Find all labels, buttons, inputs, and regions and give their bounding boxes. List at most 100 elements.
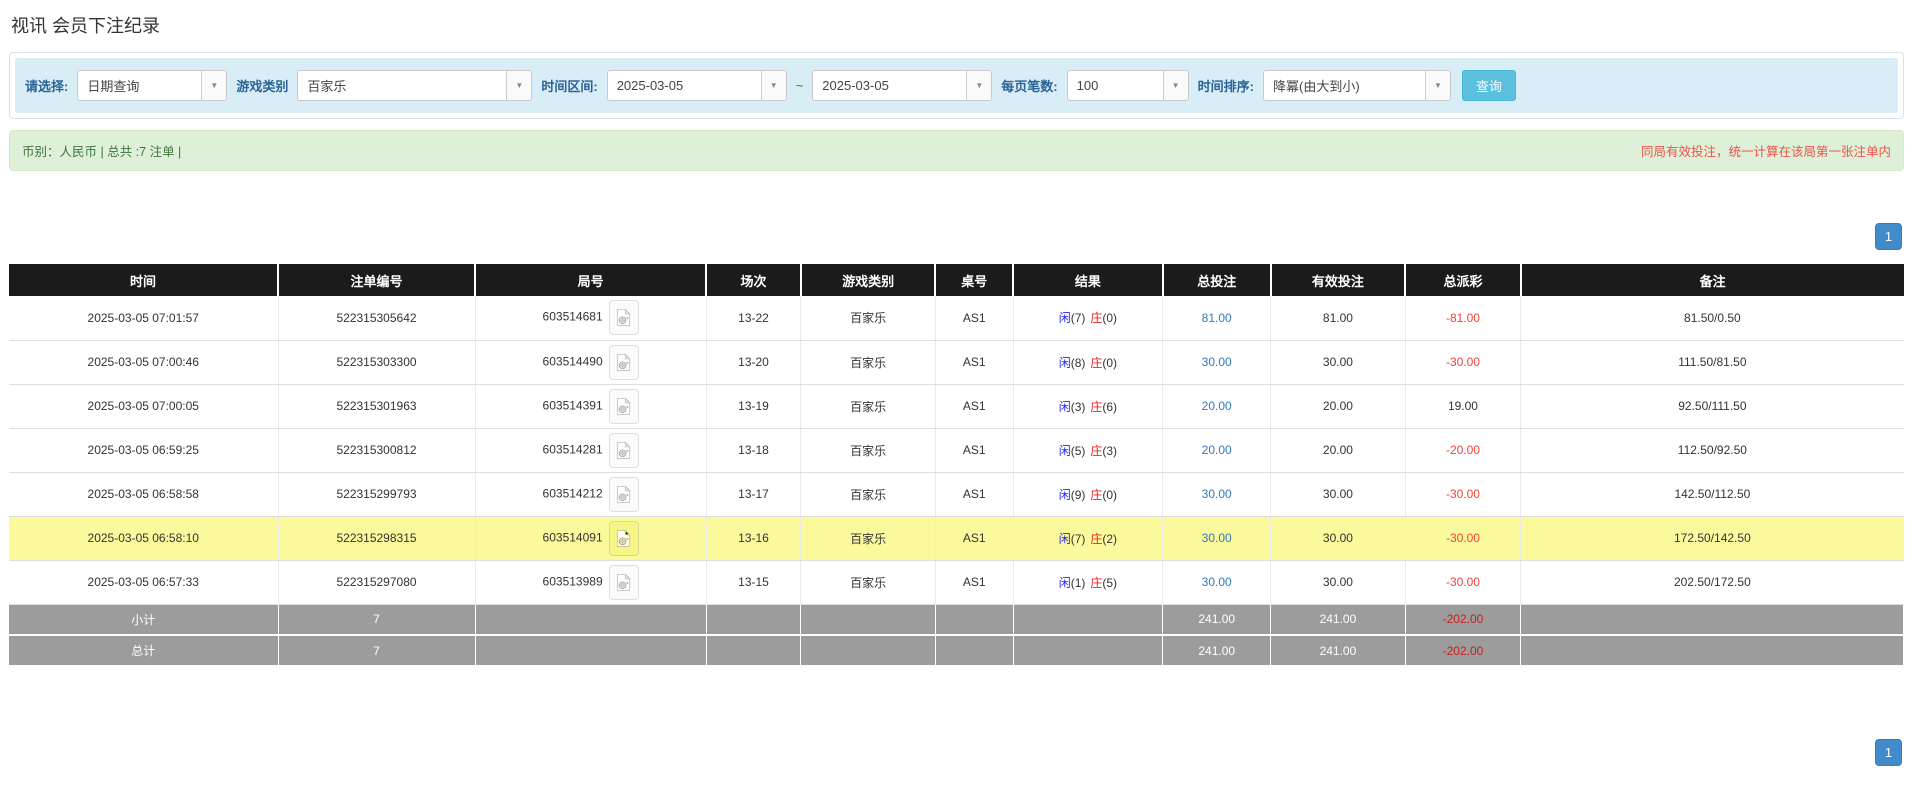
cell-valid-bet: 20.00 (1271, 428, 1406, 472)
chevron-down-icon[interactable]: ▼ (506, 71, 531, 100)
video-file-icon (616, 529, 631, 548)
cell-table: AS1 (935, 560, 1013, 604)
round-number: 603513989 (543, 574, 603, 588)
cell-time: 2025-03-05 06:58:58 (9, 472, 278, 516)
time-range-label: 时间区间: (541, 76, 597, 95)
total-payout: -202.00 (1405, 635, 1521, 666)
round-number: 603514091 (543, 530, 603, 544)
cell-total-bet: 30.00 (1163, 560, 1271, 604)
total-bet-link[interactable]: 30.00 (1202, 487, 1232, 501)
video-file-icon (616, 441, 631, 460)
total-valid-bet: 241.00 (1271, 635, 1406, 666)
video-replay-button[interactable] (609, 521, 639, 556)
header-valid-bet: 有效投注 (1271, 264, 1406, 296)
cell-total-bet: 81.00 (1163, 296, 1271, 340)
header-round: 局号 (475, 264, 706, 296)
range-separator: ~ (796, 78, 804, 93)
table-row: 2025-03-05 07:00:05 522315301963 6035143… (9, 384, 1904, 428)
cell-valid-bet: 30.00 (1271, 560, 1406, 604)
sort-order-dropdown[interactable]: 降冪(由大到小) ▼ (1263, 70, 1451, 101)
player-count: (8) (1071, 356, 1086, 370)
cell-total-bet: 30.00 (1163, 340, 1271, 384)
game-type-dropdown[interactable]: 百家乐 ▼ (297, 70, 532, 101)
cell-bet-id: 522315305642 (278, 296, 475, 340)
cell-session: 13-17 (706, 472, 801, 516)
header-result: 结果 (1013, 264, 1163, 296)
cell-session: 13-16 (706, 516, 801, 560)
round-number: 603514391 (543, 398, 603, 412)
chevron-down-icon[interactable]: ▼ (1163, 71, 1188, 100)
video-replay-button[interactable] (609, 389, 639, 424)
player-count: (9) (1071, 488, 1086, 502)
cell-round: 603514281 (475, 428, 706, 472)
round-number: 603514681 (543, 310, 603, 324)
chevron-down-icon[interactable]: ▼ (966, 71, 991, 100)
cell-remark: 202.50/172.50 (1521, 560, 1904, 604)
subtotal-label: 小计 (9, 604, 278, 635)
cell-result: 闲(3)庄(6) (1013, 384, 1163, 428)
banker-label: 庄 (1090, 576, 1102, 590)
table-row-highlighted: 2025-03-05 06:58:10 522315298315 6035140… (9, 516, 1904, 560)
video-file-icon (616, 485, 631, 504)
cell-round: 603514391 (475, 384, 706, 428)
player-count: (1) (1071, 576, 1086, 590)
video-replay-button[interactable] (609, 477, 639, 512)
video-replay-button[interactable] (609, 433, 639, 468)
table-row: 2025-03-05 07:00:46 522315303300 6035144… (9, 340, 1904, 384)
pagination-top: 1 (9, 223, 1902, 250)
cell-bet-id: 522315299793 (278, 472, 475, 516)
per-page-dropdown[interactable]: 100 ▼ (1067, 70, 1189, 101)
cell-bet-id: 522315303300 (278, 340, 475, 384)
total-bet-link[interactable]: 20.00 (1202, 399, 1232, 413)
cell-payout: -30.00 (1405, 560, 1521, 604)
page-1-button[interactable]: 1 (1875, 739, 1902, 766)
video-replay-button[interactable] (609, 565, 639, 600)
total-bet-link[interactable]: 30.00 (1202, 575, 1232, 589)
cell-table: AS1 (935, 428, 1013, 472)
cell-time: 2025-03-05 06:57:33 (9, 560, 278, 604)
cell-session: 13-20 (706, 340, 801, 384)
cell-game-type: 百家乐 (801, 296, 936, 340)
video-replay-button[interactable] (609, 345, 639, 380)
banker-count: (5) (1102, 576, 1117, 590)
player-count: (3) (1071, 400, 1086, 414)
page: 视讯 会员下注纪录 请选择: 日期查询 ▼ 游戏类别 百家乐 ▼ 时间区间: 2… (0, 0, 1913, 776)
cell-bet-id: 522315298315 (278, 516, 475, 560)
table-row: 2025-03-05 06:58:58 522315299793 6035142… (9, 472, 1904, 516)
cell-session: 13-22 (706, 296, 801, 340)
cell-game-type: 百家乐 (801, 428, 936, 472)
subtotal-row: 小计 7 241.00 241.00 -202.00 (9, 604, 1904, 635)
table-row: 2025-03-05 06:59:25 522315300812 6035142… (9, 428, 1904, 472)
header-time: 时间 (9, 264, 278, 296)
total-bet-link[interactable]: 20.00 (1202, 443, 1232, 457)
search-button[interactable]: 查询 (1462, 70, 1516, 101)
cell-valid-bet: 20.00 (1271, 384, 1406, 428)
cell-round: 603514212 (475, 472, 706, 516)
total-bet-link[interactable]: 30.00 (1202, 355, 1232, 369)
player-label: 闲 (1059, 311, 1071, 325)
chevron-down-icon[interactable]: ▼ (761, 71, 786, 100)
filter-bar: 请选择: 日期查询 ▼ 游戏类别 百家乐 ▼ 时间区间: 2025-03-05 … (15, 58, 1898, 113)
total-count: 7 (278, 635, 475, 666)
query-type-value: 日期查询 (78, 71, 201, 100)
page-1-button[interactable]: 1 (1875, 223, 1902, 250)
chevron-down-icon[interactable]: ▼ (1425, 71, 1450, 100)
cell-time: 2025-03-05 06:58:10 (9, 516, 278, 560)
cell-table: AS1 (935, 340, 1013, 384)
query-type-dropdown[interactable]: 日期查询 ▼ (77, 70, 227, 101)
date-from-value: 2025-03-05 (608, 71, 761, 100)
header-session: 场次 (706, 264, 801, 296)
pagination-bottom: 1 (9, 739, 1902, 766)
date-from-dropdown[interactable]: 2025-03-05 ▼ (607, 70, 787, 101)
cell-total-bet: 20.00 (1163, 428, 1271, 472)
total-bet-link[interactable]: 30.00 (1202, 531, 1232, 545)
cell-payout: -30.00 (1405, 340, 1521, 384)
chevron-down-icon[interactable]: ▼ (201, 71, 226, 100)
total-bet-link[interactable]: 81.00 (1202, 311, 1232, 325)
header-total-bet: 总投注 (1163, 264, 1271, 296)
cell-table: AS1 (935, 472, 1013, 516)
cell-valid-bet: 30.00 (1271, 472, 1406, 516)
video-replay-button[interactable] (609, 300, 639, 335)
date-to-dropdown[interactable]: 2025-03-05 ▼ (812, 70, 992, 101)
table-row: 2025-03-05 06:57:33 522315297080 6035139… (9, 560, 1904, 604)
